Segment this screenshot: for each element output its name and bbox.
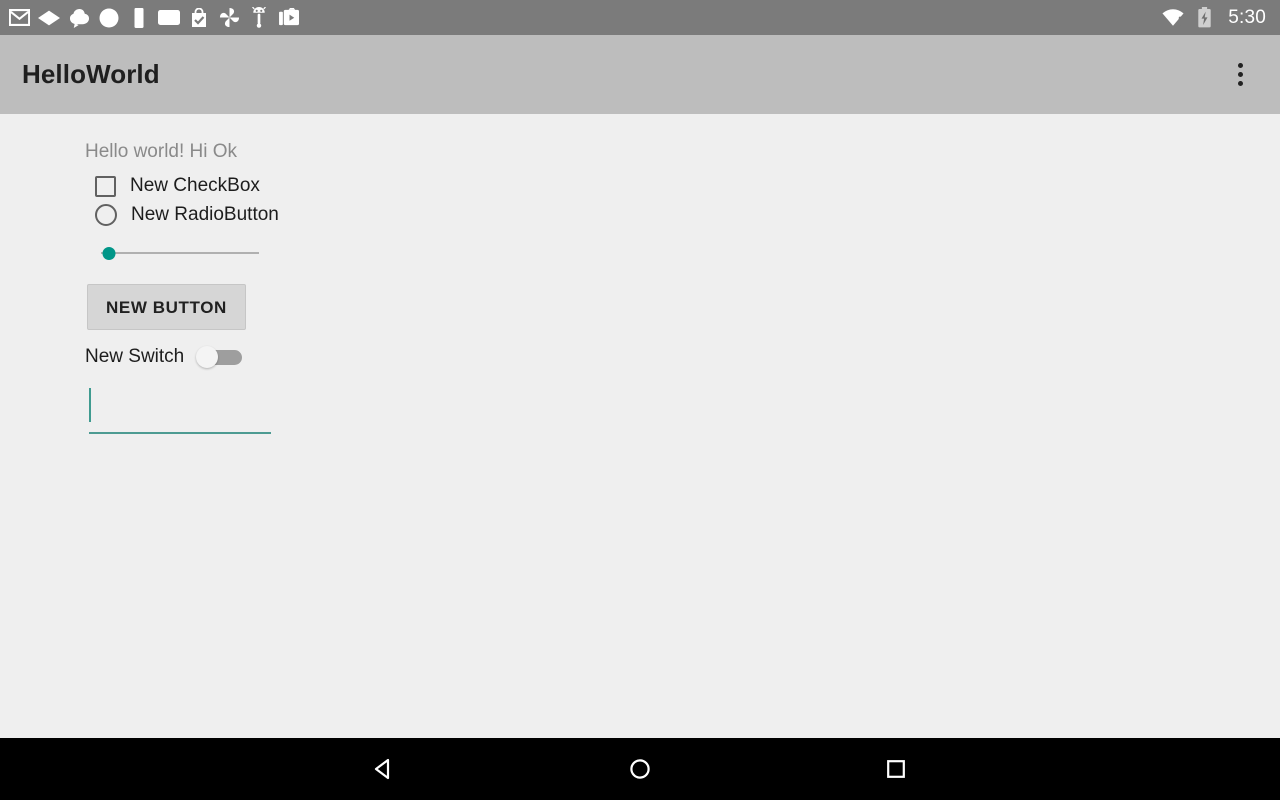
new-switch-label: New Switch (85, 346, 185, 367)
page-title: HelloWorld (22, 59, 160, 89)
nav-home-button[interactable] (512, 738, 768, 800)
nav-recents-button[interactable] (768, 738, 1024, 800)
system-navigation-bar (0, 738, 1280, 800)
main-content: Hello world! Hi Ok New CheckBox New Radi… (0, 114, 1280, 738)
android-robot-icon (248, 7, 270, 29)
status-system-icons: 5:30 (1162, 7, 1266, 29)
new-radio-button[interactable] (95, 204, 117, 226)
photos-pinwheel-icon (218, 7, 240, 29)
media-gallery-icon (278, 7, 300, 29)
switch-row[interactable]: New Switch (85, 346, 1280, 368)
nav-back-button[interactable] (256, 738, 512, 800)
keep-icon (68, 7, 90, 29)
new-switch[interactable] (196, 346, 244, 368)
new-button[interactable]: NEW BUTTON (87, 284, 246, 330)
status-clock: 5:30 (1228, 6, 1266, 28)
home-circle-icon (630, 759, 650, 779)
new-checkbox[interactable] (95, 175, 116, 197)
new-edit-text[interactable] (89, 384, 271, 434)
drive-icon (38, 7, 60, 29)
play-store-checked-icon (188, 7, 210, 29)
gmail-icon (8, 7, 30, 29)
new-checkbox-label: New CheckBox (130, 175, 260, 196)
seekbar-track (101, 252, 259, 254)
wifi-warning-icon (1162, 7, 1184, 29)
overflow-dot (1237, 72, 1243, 77)
back-triangle-icon (374, 758, 390, 780)
text-caret (89, 388, 91, 422)
battery-charging-icon (1193, 7, 1215, 29)
vertical-bar-icon (128, 7, 150, 29)
status-bar: 5:30 (0, 0, 1280, 35)
checkbox-row[interactable]: New CheckBox (95, 175, 1280, 197)
rounded-rect-icon (158, 7, 180, 29)
seekbar[interactable] (97, 240, 267, 266)
seekbar-thumb[interactable] (102, 247, 116, 260)
hello-world-text: Hello world! Hi Ok (85, 141, 238, 162)
circle-app-icon (98, 7, 120, 29)
new-radio-button-label: New RadioButton (131, 204, 279, 225)
app-bar: HelloWorld (0, 35, 1280, 114)
overflow-menu-button[interactable] (1218, 53, 1262, 97)
radio-row[interactable]: New RadioButton (95, 204, 1280, 226)
recents-square-icon (887, 760, 905, 778)
overflow-dot (1237, 63, 1243, 68)
status-notification-icons (8, 7, 1162, 29)
overflow-dot (1237, 81, 1243, 86)
